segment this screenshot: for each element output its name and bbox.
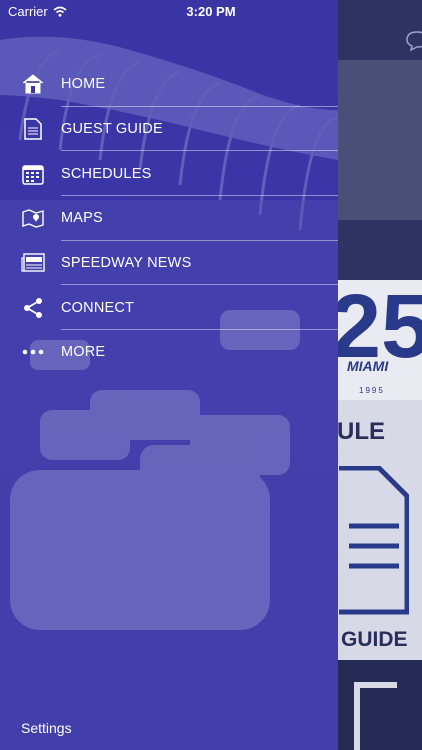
logo-brand: MIAMI (347, 358, 389, 374)
share-icon (21, 296, 45, 320)
menu-item-home[interactable]: HOME (0, 62, 338, 107)
settings-link[interactable]: Settings (21, 720, 72, 736)
menu-item-label: CONNECT (61, 299, 135, 316)
background-photo (337, 60, 422, 220)
schedule-tile: ULE (337, 400, 422, 460)
drawer-menu: HOME GUEST GUIDE SCHEDULES MAPS SPEEDWAY… (0, 62, 338, 375)
more-icon (21, 340, 45, 364)
menu-item-more[interactable]: MORE (0, 330, 338, 375)
document-graphic-icon (339, 466, 409, 615)
menu-item-maps[interactable]: MAPS (0, 196, 338, 241)
menu-item-label: MAPS (61, 210, 103, 227)
menu-item-label: GUEST GUIDE (61, 121, 163, 138)
anniversary-logo: 25 MIAMI 1995 (337, 280, 422, 400)
chat-icon[interactable] (405, 30, 422, 52)
map-icon (21, 206, 45, 230)
menu-item-speedway-news[interactable]: SPEEDWAY NEWS (0, 241, 338, 286)
schedule-tile-label: ULE (337, 418, 385, 445)
menu-item-label: MORE (61, 344, 106, 361)
menu-item-connect[interactable]: CONNECT (0, 285, 338, 331)
menu-item-schedules[interactable]: SCHEDULES (0, 151, 338, 197)
home-icon (21, 72, 45, 96)
side-drawer: Carrier 3:20 PM HOME GUEST GUIDE SCHEDUL… (0, 0, 338, 750)
document-icon (21, 117, 45, 141)
menu-item-label: SPEEDWAY NEWS (61, 255, 192, 272)
menu-item-guest-guide[interactable]: GUEST GUIDE (0, 107, 338, 152)
calendar-icon (21, 162, 45, 186)
guest-guide-tile[interactable]: GUIDE (337, 460, 422, 660)
status-bar: Carrier 3:20 PM (0, 0, 338, 24)
bottom-graphic-icon (354, 682, 397, 750)
clock-label: 3:20 PM (186, 4, 236, 19)
newspaper-icon (21, 251, 45, 275)
menu-item-label: SCHEDULES (61, 165, 152, 182)
background-app-content: 25 MIAMI 1995 ULE GUIDE (337, 0, 422, 750)
menu-item-label: HOME (61, 76, 106, 93)
guest-guide-tile-label: GUIDE (341, 628, 408, 651)
logo-year: 1995 (359, 386, 385, 395)
